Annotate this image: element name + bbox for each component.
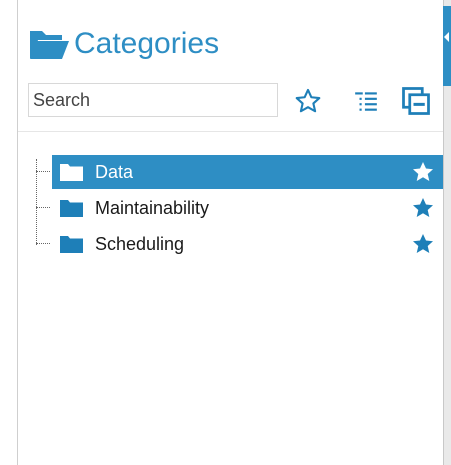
folder-icon (60, 236, 83, 253)
tree-item-data[interactable]: Data (30, 155, 443, 189)
expand-all-button[interactable] (350, 85, 382, 117)
folder-icon (60, 200, 83, 217)
tree-connector (36, 207, 50, 208)
favorites-filter-button[interactable] (292, 85, 324, 117)
tree-connector (36, 171, 50, 172)
search-toolbar (28, 83, 438, 119)
collapse-all-icon (402, 87, 430, 115)
star-icon[interactable] (411, 196, 435, 220)
panel-left-border (17, 0, 18, 465)
tree-item-label: Maintainability (95, 197, 210, 218)
tree-item-row[interactable]: Scheduling (52, 227, 443, 261)
star-icon[interactable] (411, 232, 435, 256)
page-title: Categories (74, 27, 220, 60)
tree-item-row[interactable]: Maintainability (52, 191, 443, 225)
star-outline-icon (295, 88, 321, 113)
search-input[interactable] (28, 83, 278, 117)
list-tree-icon (355, 92, 377, 111)
tree-item-row[interactable]: Data (52, 155, 443, 189)
categories-panel: Categories Search Data Maintainability S… (0, 0, 451, 465)
tree-item-maintainability[interactable]: Maintainability (30, 191, 443, 225)
folder-open-icon (30, 31, 69, 59)
collapse-all-button[interactable] (400, 85, 432, 117)
header-divider (18, 131, 443, 132)
star-icon[interactable] (411, 160, 435, 184)
collapse-panel-tab[interactable] (443, 6, 451, 86)
tree-connector (36, 243, 50, 244)
tree-item-label: Data (95, 161, 134, 182)
folder-icon (60, 164, 83, 181)
panel-header: Categories (28, 24, 219, 64)
tree-item-label: Scheduling (95, 233, 185, 254)
tree-item-scheduling[interactable]: Scheduling (30, 227, 443, 261)
chevron-left-icon (444, 32, 449, 42)
